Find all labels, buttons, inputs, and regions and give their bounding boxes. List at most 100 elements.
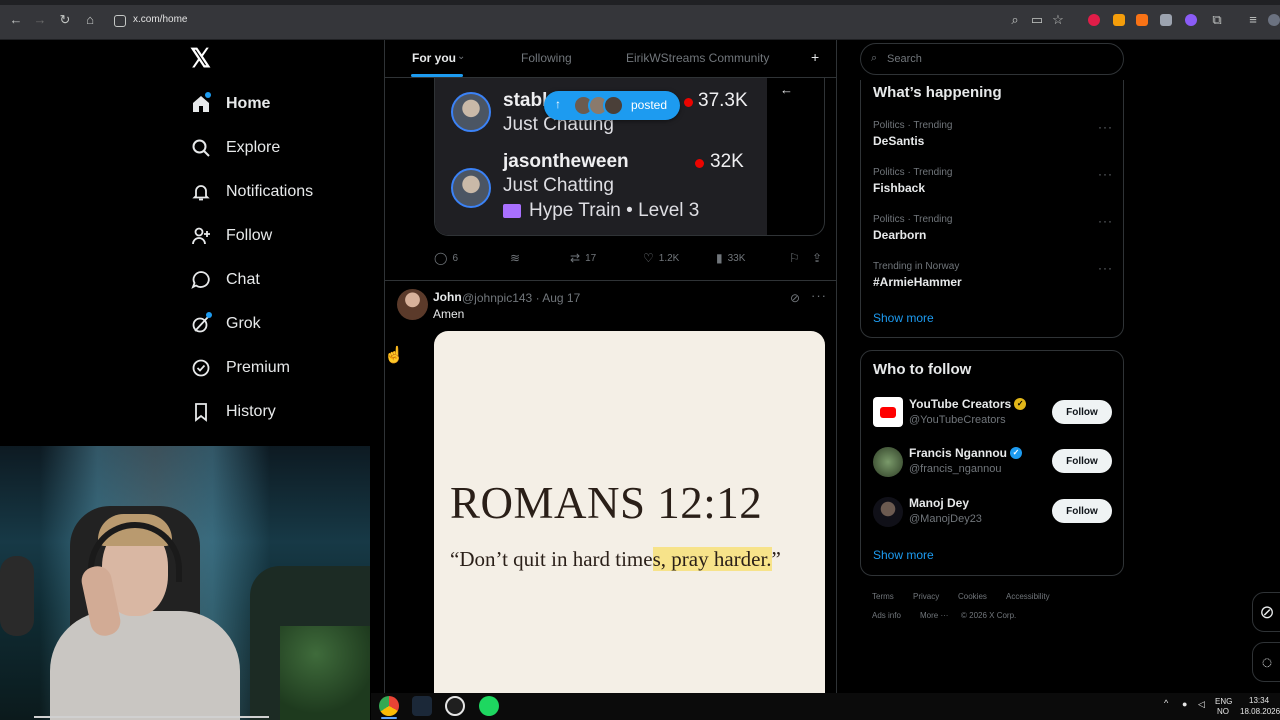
spotify-icon[interactable]: [479, 696, 499, 716]
nav-premium-label: Premium: [226, 359, 291, 376]
new-posts-pill[interactable]: ↑ posted: [544, 91, 680, 120]
nav-premium[interactable]: Premium: [190, 353, 290, 383]
speaker-tray-icon[interactable]: ◁: [1198, 699, 1205, 710]
profile-icon[interactable]: [1268, 14, 1280, 26]
site-info-icon[interactable]: [114, 15, 126, 27]
tab-for-you[interactable]: For you: [412, 51, 456, 65]
nav-explore-label: Explore: [226, 139, 281, 156]
nav-explore[interactable]: Explore: [190, 133, 280, 163]
steam-icon[interactable]: [412, 696, 432, 716]
tab-community[interactable]: EirikWStreams Community: [626, 51, 769, 65]
obs-icon[interactable]: [445, 696, 465, 716]
more-options-icon[interactable]: ···: [1098, 167, 1113, 181]
search-icon: ⌕: [871, 52, 878, 64]
nav-home[interactable]: Home: [190, 89, 270, 119]
show-more-link[interactable]: Show more: [873, 548, 934, 562]
more-options-icon[interactable]: ···: [1098, 214, 1113, 228]
footer-cookies[interactable]: Cookies: [958, 592, 987, 601]
account-name[interactable]: YouTube Creators ✓: [909, 397, 1027, 411]
verse-quote: “Don’t quit in hard times, pray harder.”: [450, 547, 781, 572]
follow-button[interactable]: Follow: [1052, 499, 1112, 523]
nav-follow-label: Follow: [226, 227, 273, 244]
search-input[interactable]: ⌕ Search: [860, 43, 1124, 75]
nav-notifications[interactable]: Notifications: [190, 177, 313, 207]
extension-puzzle-orange-icon[interactable]: [1136, 14, 1148, 26]
youtube-logo-icon[interactable]: [873, 397, 903, 427]
repost-button[interactable]: ⇄ 17: [570, 251, 596, 265]
footer-privacy[interactable]: Privacy: [913, 592, 939, 601]
trend-name[interactable]: Dearborn: [873, 228, 926, 242]
nav-follow[interactable]: Follow: [190, 221, 272, 251]
x-logo[interactable]: 𝕏: [190, 45, 214, 71]
more-options-icon[interactable]: ···: [1098, 261, 1113, 275]
chevron-down-icon[interactable]: ⌄: [457, 51, 465, 62]
more-options-icon[interactable]: ···: [811, 288, 827, 303]
trend-name[interactable]: Fishback: [873, 181, 925, 195]
forward-icon[interactable]: →: [32, 12, 48, 28]
cast-icon[interactable]: ▭: [1029, 12, 1045, 28]
reading-list-icon[interactable]: ≡: [1245, 12, 1261, 28]
reply-button[interactable]: ◯ 6: [434, 251, 458, 265]
avatar[interactable]: [873, 497, 903, 527]
mic-tray-icon[interactable]: ●: [1182, 699, 1187, 709]
show-more-link[interactable]: Show more: [873, 311, 934, 325]
extension-red-icon[interactable]: [1088, 14, 1100, 26]
back-arrow-icon[interactable]: ←: [780, 82, 793, 97]
tray-chevron-icon[interactable]: ^: [1164, 698, 1168, 708]
bookmark-star-icon[interactable]: ☆: [1050, 12, 1066, 28]
trend-name[interactable]: DeSantis: [873, 134, 924, 148]
avatar[interactable]: [397, 289, 428, 320]
share-icon: ⇪: [812, 251, 823, 265]
follow-button[interactable]: Follow: [1052, 400, 1112, 424]
verified-blue-icon: ✓: [1010, 447, 1023, 459]
nav-chat[interactable]: Chat: [190, 265, 260, 295]
bookmark-button[interactable]: ⚐: [789, 251, 805, 265]
webcam-overlay: [0, 446, 370, 720]
grok-float-icon[interactable]: ⊘: [1252, 592, 1280, 632]
panel-title: Who to follow: [873, 361, 972, 378]
tab-following[interactable]: Following: [521, 51, 572, 65]
nav-history[interactable]: History: [190, 397, 276, 427]
extensions-icon[interactable]: ⧉: [1209, 12, 1225, 28]
tab-strip: [0, 0, 1280, 5]
zoom-icon[interactable]: ⌕: [1007, 12, 1023, 28]
address-bar[interactable]: x.com/home: [106, 9, 936, 33]
nav-history-label: History: [226, 403, 276, 420]
more-options-icon[interactable]: ···: [1098, 120, 1113, 134]
language-top[interactable]: ENG: [1215, 697, 1232, 707]
follow-button[interactable]: Follow: [1052, 449, 1112, 473]
like-button[interactable]: ♡ 1.2K: [643, 251, 679, 265]
views-button[interactable]: ▮ 33K: [716, 251, 745, 265]
who-to-follow-panel: Who to follow YouTube Creators ✓ @YouTube…: [860, 350, 1124, 576]
account-name[interactable]: Francis Ngannou ✓: [909, 446, 1023, 460]
share-button[interactable]: ⇪: [812, 251, 827, 265]
post-author-name[interactable]: John: [433, 290, 462, 304]
reload-icon[interactable]: ↻: [57, 12, 73, 28]
home-page-icon[interactable]: ⌂: [82, 12, 98, 28]
clock-time[interactable]: 13:34: [1249, 696, 1269, 706]
extension-grey-icon[interactable]: [1160, 14, 1172, 26]
post-image[interactable]: ROMANS 12:12 “Don’t quit in hard times, …: [434, 331, 825, 695]
back-icon[interactable]: ←: [8, 12, 24, 28]
extension-purple-icon[interactable]: [1185, 14, 1197, 26]
avatar[interactable]: [873, 447, 903, 477]
footer-accessibility[interactable]: Accessibility: [1006, 592, 1050, 601]
account-name[interactable]: Manoj Dey: [909, 496, 969, 510]
footer-terms[interactable]: Terms: [872, 592, 894, 601]
language-bottom[interactable]: NO: [1217, 707, 1229, 717]
url-text[interactable]: x.com/home: [133, 14, 187, 25]
footer-more[interactable]: More ···: [920, 611, 948, 620]
post-author-handle[interactable]: @johnpic143 · Aug 17: [462, 291, 580, 305]
footer-ads-info[interactable]: Ads info: [872, 611, 901, 620]
trend-name[interactable]: #ArmieHammer: [873, 275, 962, 289]
clock-date[interactable]: 18.08.2026: [1240, 707, 1280, 717]
messages-float-icon[interactable]: ◌: [1252, 642, 1280, 682]
grok-layers-button[interactable]: ≋: [510, 251, 525, 265]
nav-grok[interactable]: Grok: [190, 309, 261, 339]
extension-orange-icon[interactable]: [1113, 14, 1125, 26]
grok-explain-icon[interactable]: ⊘: [790, 291, 800, 305]
hype-train-text: Hype Train • Level 3: [529, 200, 700, 221]
chrome-icon[interactable]: [379, 696, 399, 716]
nav-home-label: Home: [226, 95, 271, 112]
add-tab-icon[interactable]: +: [811, 49, 819, 65]
